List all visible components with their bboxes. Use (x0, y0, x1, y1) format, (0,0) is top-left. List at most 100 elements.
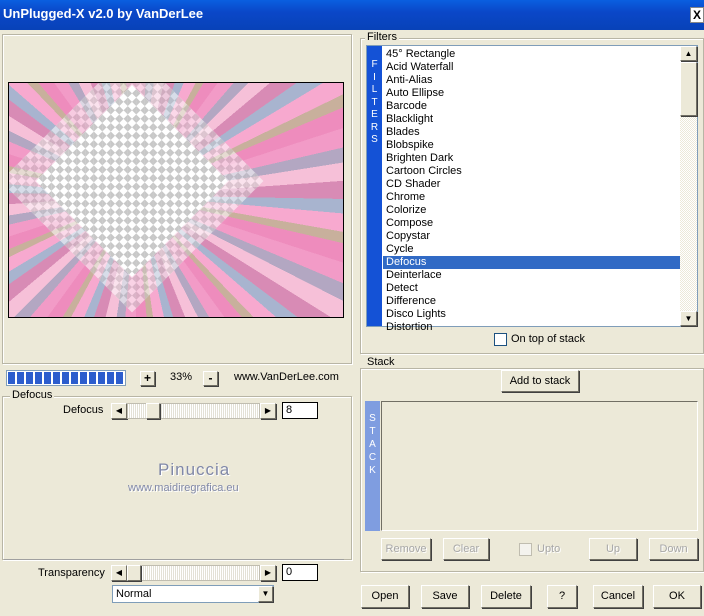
filter-listbox[interactable]: FILTERS 45° Rectangle Acid Waterfall Anti-… (366, 45, 698, 333)
filter-item[interactable]: Blacklight (383, 113, 680, 126)
defocus-slider-label: Defocus (63, 404, 104, 416)
sidebar-letter: S (371, 134, 378, 145)
zoom-level: 33% (169, 371, 193, 383)
transparency-value-field[interactable]: 0 (282, 564, 318, 581)
defocus-right-arrow[interactable]: ▶ (260, 403, 276, 419)
filter-item[interactable]: Acid Waterfall (383, 61, 680, 74)
sidebar-letter: F (371, 59, 378, 70)
filter-scrollbar[interactable]: ▲ ▼ (680, 46, 697, 326)
filter-item[interactable]: Blades (383, 126, 680, 139)
chevron-down-icon[interactable]: ▼ (258, 586, 273, 602)
transparency-label: Transparency (38, 567, 105, 579)
filter-item[interactable]: CD Shader (383, 178, 680, 191)
filter-item[interactable]: Barcode (383, 100, 680, 113)
open-button[interactable]: Open (361, 585, 409, 608)
add-to-stack-button[interactable]: Add to stack (501, 370, 579, 392)
stack-sidebar-text: STACK (365, 412, 380, 477)
filters-sidebar: FILTERS (367, 46, 382, 326)
progress-segment (80, 372, 87, 384)
stack-list[interactable] (381, 401, 698, 531)
filter-item[interactable]: Colorize (383, 204, 680, 217)
scroll-thumb[interactable] (680, 62, 697, 116)
stack-group-label: Stack (365, 356, 397, 368)
sidebar-letter: K (369, 465, 376, 476)
on-top-checkbox[interactable] (494, 333, 507, 346)
sidebar-letter: A (369, 439, 376, 450)
ok-button[interactable]: OK (653, 585, 701, 608)
filter-item[interactable]: 45° Rectangle (383, 48, 680, 61)
defocus-left-arrow[interactable]: ◀ (111, 403, 127, 419)
filter-item[interactable]: Blobspike (383, 139, 680, 152)
filters-group-label: Filters (365, 31, 399, 43)
filter-item[interactable]: Detect (383, 282, 680, 295)
divider (4, 559, 344, 561)
progress-segment (71, 372, 78, 384)
transparency-right-arrow[interactable]: ▶ (260, 565, 276, 581)
sidebar-letter: R (370, 121, 379, 133)
website-link[interactable]: www.VanDerLee.com (234, 371, 339, 383)
transparency-slider-thumb[interactable] (127, 565, 141, 581)
filter-list[interactable]: 45° Rectangle Acid Waterfall Anti-Alias Aut… (383, 48, 680, 334)
filter-item[interactable]: Difference (383, 295, 680, 308)
help-button[interactable]: ? (547, 585, 577, 608)
progress-segment (53, 372, 60, 384)
down-button[interactable]: Down (649, 538, 698, 560)
cancel-button[interactable]: Cancel (593, 585, 643, 608)
defocus-slider-thumb[interactable] (146, 403, 160, 419)
preview-image[interactable] (8, 82, 344, 318)
preview-transparent-area (35, 84, 229, 278)
close-button[interactable]: X (690, 7, 704, 23)
filter-item[interactable]: Copystar (383, 230, 680, 243)
filter-item[interactable]: Deinterlace (383, 269, 680, 282)
up-button[interactable]: Up (589, 538, 637, 560)
zoom-in-button[interactable]: + (140, 371, 155, 386)
filter-item[interactable]: Compose (383, 217, 680, 230)
filter-item[interactable]: Cycle (383, 243, 680, 256)
filter-item[interactable]: Anti-Alias (383, 74, 680, 87)
remove-button[interactable]: Remove (381, 538, 431, 560)
filter-item[interactable]: Disco Lights (383, 308, 680, 321)
filters-sidebar-text: FILTERS (367, 59, 382, 147)
filter-item[interactable]: Defocus (383, 256, 680, 269)
progress-bar (6, 370, 126, 386)
sidebar-letter: I (373, 71, 376, 83)
filter-item[interactable]: Cartoon Circles (383, 165, 680, 178)
progress-segment (98, 372, 105, 384)
transparency-slider-track[interactable] (127, 565, 260, 581)
clear-button[interactable]: Clear (443, 538, 489, 560)
defocus-value-field[interactable]: 8 (282, 402, 318, 419)
delete-button[interactable]: Delete (481, 585, 531, 608)
scroll-up-icon[interactable]: ▲ (680, 46, 697, 61)
progress-segment (89, 372, 96, 384)
upto-checkbox[interactable] (519, 543, 532, 556)
defocus-group-label: Defocus (10, 389, 55, 401)
progress-segment (107, 372, 114, 384)
progress-segment (26, 372, 33, 384)
sidebar-letter: S (369, 413, 376, 424)
transparency-left-arrow[interactable]: ◀ (111, 565, 127, 581)
filter-item[interactable]: Brighten Dark (383, 152, 680, 165)
progress-segment (116, 372, 123, 384)
blend-mode-select[interactable]: Normal ▼ (112, 585, 274, 603)
scroll-down-icon[interactable]: ▼ (680, 311, 697, 326)
sidebar-letter: C (368, 452, 377, 463)
save-button[interactable]: Save (421, 585, 469, 608)
window-title: UnPlugged-X v2.0 by VanDerLee (3, 6, 204, 21)
progress-segment (17, 372, 24, 384)
progress-segment (44, 372, 51, 384)
zoom-out-button[interactable]: - (203, 371, 218, 386)
sidebar-letter: E (371, 109, 378, 120)
sidebar-letter: T (371, 96, 378, 108)
watermark-name: Pinuccia (158, 460, 231, 479)
progress-segment (62, 372, 69, 384)
sidebar-letter: L (371, 84, 378, 95)
blend-mode-value: Normal (116, 588, 152, 600)
filter-item[interactable]: Chrome (383, 191, 680, 204)
progress-segment (35, 372, 42, 384)
sidebar-letter: T (369, 426, 376, 437)
filter-item[interactable]: Auto Ellipse (383, 87, 680, 100)
on-top-label: On top of stack (511, 333, 585, 345)
upto-label: Upto (537, 543, 561, 555)
watermark-url: www.maidiregrafica.eu (128, 482, 239, 494)
progress-segment (8, 372, 15, 384)
